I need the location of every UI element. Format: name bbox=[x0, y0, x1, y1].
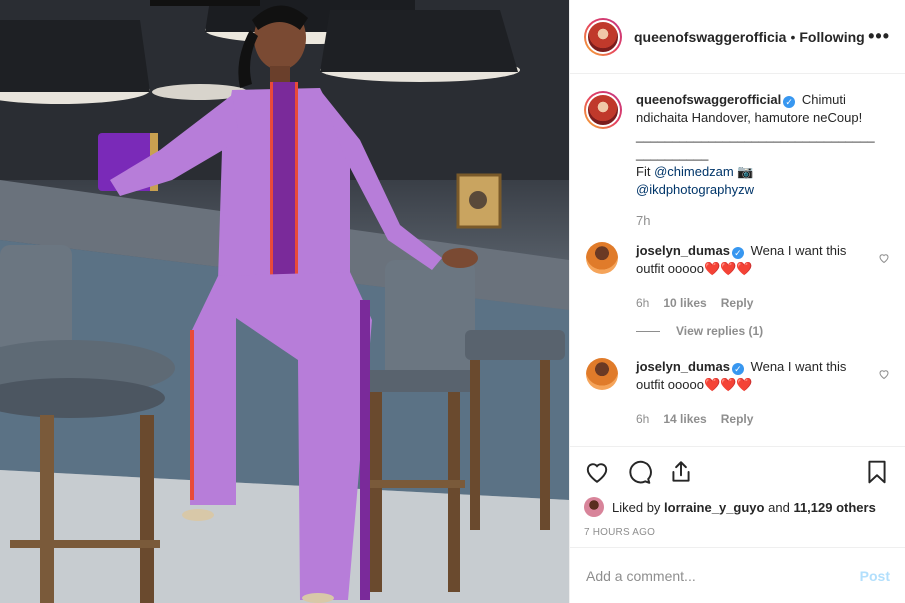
view-replies-label: View replies (1) bbox=[676, 324, 764, 338]
caption-text-block: queenofswaggerofficial ✓ Chimuti ndichait… bbox=[636, 91, 876, 199]
post-photo[interactable] bbox=[0, 0, 569, 603]
comment-input[interactable] bbox=[586, 567, 860, 584]
comment-icon[interactable] bbox=[626, 459, 652, 485]
comment-like-heart-icon[interactable] bbox=[878, 252, 890, 264]
post-actions: Liked by lorraine_y_guyo and 11,129 othe… bbox=[570, 446, 905, 538]
verified-badge-icon: ✓ bbox=[783, 96, 796, 108]
liked-by-prefix: Liked by bbox=[612, 499, 661, 515]
verified-badge-icon: ✓ bbox=[731, 363, 744, 375]
liked-by-row: Liked by lorraine_y_guyo and 11,129 othe… bbox=[584, 497, 890, 517]
comment-likes[interactable]: 10 likes bbox=[663, 294, 706, 312]
caption-username[interactable]: queenofswaggerofficial bbox=[636, 92, 781, 107]
post-comment-button[interactable]: Post bbox=[860, 568, 890, 584]
liked-by-others[interactable]: 11,129 others bbox=[793, 500, 875, 515]
reply-button[interactable]: Reply bbox=[721, 410, 754, 428]
caption-time[interactable]: 7h bbox=[636, 213, 890, 228]
commenter-avatar[interactable] bbox=[586, 358, 618, 390]
post-caption: queenofswaggerofficial ✓ Chimuti ndichait… bbox=[584, 91, 890, 199]
comment-body: joselyn_dumas ✓ Wena I want this outfit o… bbox=[636, 242, 856, 312]
view-replies-dash bbox=[636, 330, 660, 332]
comment-item: joselyn_dumas ✓ Wena I want this outfit o… bbox=[584, 358, 890, 428]
reply-button[interactable]: Reply bbox=[721, 294, 754, 312]
more-options-icon[interactable]: ••• bbox=[868, 26, 890, 47]
post-header: queenofswaggerofficia • Following ••• bbox=[570, 0, 905, 74]
comment-time[interactable]: 6h bbox=[636, 294, 649, 312]
author-avatar[interactable] bbox=[584, 17, 622, 56]
share-icon[interactable] bbox=[668, 459, 694, 485]
comment-username[interactable]: joselyn_dumas bbox=[636, 243, 730, 258]
caption-mention-ikdphotography[interactable]: @ikdphotographyzw bbox=[636, 182, 754, 197]
view-replies-button[interactable]: View replies (1) bbox=[636, 324, 890, 338]
post-timestamp[interactable]: 7 HOURS AGO bbox=[584, 527, 890, 538]
comment-like-heart-icon[interactable] bbox=[878, 368, 890, 380]
bookmark-icon[interactable] bbox=[864, 459, 890, 485]
action-icons-row bbox=[584, 457, 890, 487]
camera-emoji-icon: 📷 bbox=[737, 164, 754, 179]
caption-avatar[interactable] bbox=[584, 91, 622, 129]
comment-username[interactable]: joselyn_dumas bbox=[636, 359, 730, 374]
post-side-panel: queenofswaggerofficia • Following ••• qu… bbox=[569, 0, 905, 603]
liked-by-and: and bbox=[768, 499, 790, 515]
caption-divider: ________________________________________… bbox=[636, 128, 875, 161]
comment-body: joselyn_dumas ✓ Wena I want this outfit o… bbox=[636, 358, 856, 428]
comments-list[interactable]: queenofswaggerofficial ✓ Chimuti ndichait… bbox=[570, 75, 905, 445]
heart-emojis: ❤️❤️❤️ bbox=[703, 377, 753, 392]
caption-mention-chimedzam[interactable]: @chimedzam bbox=[654, 164, 734, 179]
comment-item: joselyn_dumas ✓ Wena I want this outfit o… bbox=[584, 242, 890, 312]
verified-badge-icon: ✓ bbox=[731, 247, 744, 259]
header-separator: • bbox=[790, 28, 796, 45]
commenter-avatar[interactable] bbox=[586, 242, 618, 274]
post-photo-illustration bbox=[0, 0, 569, 603]
liker-avatar[interactable] bbox=[584, 497, 604, 517]
comment-likes[interactable]: 14 likes bbox=[663, 410, 706, 428]
add-comment-bar: Post bbox=[570, 547, 905, 603]
comment-time[interactable]: 6h bbox=[636, 410, 649, 428]
comment-meta: 6h 10 likes Reply bbox=[636, 294, 856, 312]
caption-fit-label: Fit bbox=[636, 164, 651, 179]
heart-emojis: ❤️❤️❤️ bbox=[703, 261, 753, 276]
liked-by-user[interactable]: lorraine_y_guyo bbox=[664, 500, 764, 515]
heart-icon[interactable] bbox=[584, 459, 610, 485]
author-username[interactable]: queenofswaggerofficia bbox=[634, 29, 786, 45]
following-button[interactable]: Following bbox=[799, 29, 864, 45]
comment-meta: 6h 14 likes Reply bbox=[636, 410, 856, 428]
